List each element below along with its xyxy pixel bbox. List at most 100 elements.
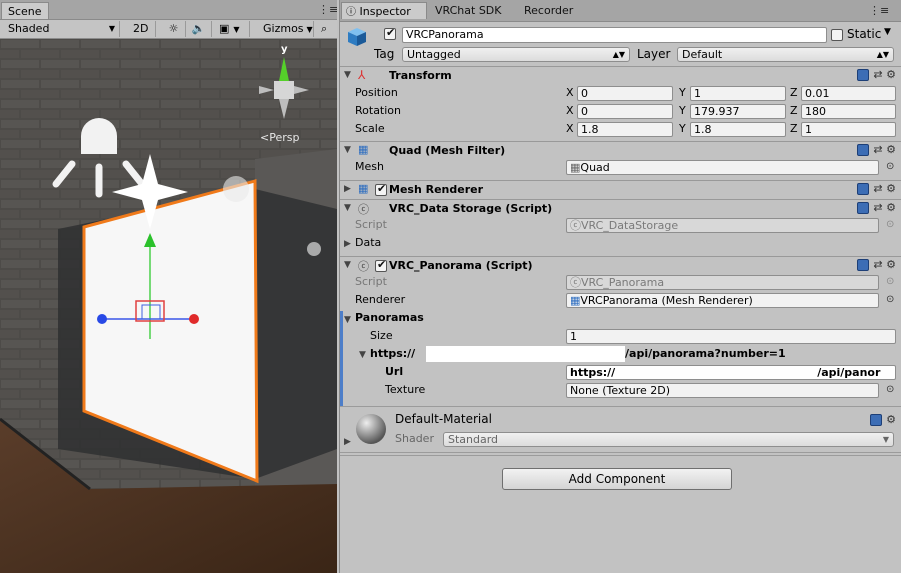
mesh-filter-header[interactable]: ▼ ▦ Quad (Mesh Filter) ⇄ ⚙: [340, 141, 901, 159]
gameobject-cube-icon: [348, 28, 366, 46]
scale-y-label[interactable]: Y: [679, 122, 686, 135]
gear-icon[interactable]: ⚙: [886, 182, 896, 195]
shading-mode-dropdown[interactable]: Shaded ▼: [3, 21, 120, 37]
data-storage-header[interactable]: ▼ ⓒ VRC_Data Storage (Script) ⇄ ⚙: [340, 199, 901, 217]
help-book-icon[interactable]: [857, 144, 870, 156]
audio-toggle-button[interactable]: 🔈: [186, 21, 212, 37]
panoramas-foldout-icon[interactable]: ▼: [344, 315, 351, 325]
preset-icon[interactable]: ⇄: [873, 143, 882, 156]
panorama-header[interactable]: ▼ ⓒ VRC_Panorama (Script) ⇄ ⚙: [340, 256, 901, 274]
panoramas-label[interactable]: Panoramas: [355, 311, 424, 324]
position-x-input[interactable]: 0: [577, 86, 673, 101]
scene-tab-bar: Scene ⋮≡: [0, 0, 337, 20]
panorama-script-field: ⓒVRC_Panorama: [566, 275, 879, 290]
rotation-x-input[interactable]: 0: [577, 104, 673, 119]
preset-icon[interactable]: ⇄: [873, 258, 882, 271]
scale-y-input[interactable]: 1.8: [690, 122, 786, 137]
data-storage-script-field: ⓒVRC_DataStorage: [566, 218, 879, 233]
shader-dropdown[interactable]: Standard ▼: [443, 432, 894, 447]
static-dropdown-icon[interactable]: ▼: [884, 27, 891, 37]
scale-z-label[interactable]: Z: [790, 122, 798, 135]
foldout-expanded-icon[interactable]: ▼: [344, 70, 351, 80]
position-y-label[interactable]: Y: [679, 86, 686, 99]
tab-scene[interactable]: Scene: [1, 2, 49, 19]
chevron-down-icon: ▼: [108, 24, 115, 33]
position-z-input[interactable]: 0.01: [801, 86, 896, 101]
help-book-icon[interactable]: [857, 259, 870, 271]
effects-dropdown[interactable]: ▣ ▼: [214, 21, 250, 37]
tab-recorder[interactable]: Recorder: [518, 2, 579, 19]
element-label-suffix[interactable]: /api/panorama?number=1: [625, 347, 786, 360]
scene-search-button[interactable]: ⌕: [316, 21, 336, 37]
gameobject-name-input[interactable]: VRCPanorama: [402, 27, 827, 43]
gear-icon[interactable]: ⚙: [886, 201, 896, 214]
speaker-icon: 🔈: [191, 22, 206, 35]
texture-object-field[interactable]: None (Texture 2D): [566, 383, 879, 398]
object-picker-icon[interactable]: ⊙: [886, 161, 894, 172]
element-label-prefix[interactable]: https://: [370, 347, 415, 360]
scale-x-label[interactable]: X: [566, 122, 574, 135]
gameobject-active-checkbox[interactable]: [384, 26, 396, 40]
preset-icon[interactable]: ⇄: [873, 201, 882, 214]
url-input[interactable]: https:///api/panor: [566, 365, 896, 380]
rotation-x-label[interactable]: X: [566, 104, 574, 117]
element-foldout-icon[interactable]: ▼: [359, 350, 366, 360]
rotation-z-input[interactable]: 180: [801, 104, 896, 119]
object-picker-icon[interactable]: ⊙: [886, 294, 894, 305]
mesh-renderer-header[interactable]: ▶ ▦ Mesh Renderer ⇄ ⚙: [340, 180, 901, 198]
static-checkbox[interactable]: [831, 29, 843, 41]
projection-mode-label[interactable]: <Persp: [260, 131, 299, 144]
gizmo-axis-y-label: y: [281, 44, 288, 55]
scale-z-input[interactable]: 1: [801, 122, 896, 137]
tag-dropdown[interactable]: Untagged ▲▼: [402, 47, 630, 62]
chevron-down-icon: ▼: [233, 25, 240, 34]
lighting-toggle-button[interactable]: ☼: [162, 21, 186, 37]
data-foldout-icon[interactable]: ▶: [344, 239, 351, 249]
position-x-label[interactable]: X: [566, 86, 574, 99]
gizmos-dropdown[interactable]: Gizmos ▼: [258, 21, 314, 37]
tab-inspector[interactable]: ⓘ Inspector: [341, 2, 427, 19]
foldout-expanded-icon[interactable]: ▼: [344, 260, 351, 270]
help-book-icon[interactable]: [857, 183, 870, 195]
gear-icon[interactable]: ⚙: [886, 258, 896, 271]
mesh-object-field[interactable]: ▦Quad: [566, 160, 879, 175]
object-picker-icon[interactable]: ⊙: [886, 384, 894, 395]
scene-viewport[interactable]: y <Persp: [0, 39, 337, 573]
gear-icon[interactable]: ⚙: [886, 143, 896, 156]
mesh-icon: ▦: [570, 161, 581, 174]
material-name: Default-Material: [395, 412, 492, 426]
transform-header[interactable]: ▼ ⅄ Transform ⇄ ⚙: [340, 66, 901, 84]
layer-dropdown[interactable]: Default ▲▼: [677, 47, 894, 62]
help-book-icon[interactable]: [857, 202, 870, 214]
gear-icon[interactable]: ⚙: [886, 413, 896, 426]
position-z-label[interactable]: Z: [790, 86, 798, 99]
scene-tab-menu-icon[interactable]: ⋮≡: [318, 3, 337, 16]
material-foldout-icon[interactable]: ▶: [344, 437, 351, 447]
scene-toolbar: Shaded ▼ 2D ☼ 🔈 ▣ ▼ Gizmos ▼ ⌕: [0, 20, 337, 39]
panorama-enabled-checkbox[interactable]: [375, 258, 387, 272]
gear-icon[interactable]: ⚙: [886, 68, 896, 81]
data-storage-script-label: Script: [355, 218, 387, 231]
scale-x-input[interactable]: 1.8: [577, 122, 673, 137]
rotation-z-label[interactable]: Z: [790, 104, 798, 117]
position-y-input[interactable]: 1: [690, 86, 786, 101]
foldout-expanded-icon[interactable]: ▼: [344, 203, 351, 213]
rotation-y-label[interactable]: Y: [679, 104, 686, 117]
size-input[interactable]: 1: [566, 329, 896, 344]
foldout-collapsed-icon[interactable]: ▶: [344, 184, 351, 194]
2d-toggle-button[interactable]: 2D: [128, 21, 156, 37]
tab-vrchat-sdk[interactable]: VRChat SDK: [429, 2, 508, 19]
help-book-icon[interactable]: [857, 69, 870, 81]
inspector-tab-menu-icon[interactable]: ⋮≡: [869, 4, 889, 17]
preset-icon[interactable]: ⇄: [873, 68, 882, 81]
foldout-expanded-icon[interactable]: ▼: [344, 145, 351, 155]
preset-icon[interactable]: ⇄: [873, 182, 882, 195]
rotation-y-input[interactable]: 179.937: [690, 104, 786, 119]
data-label[interactable]: Data: [355, 236, 381, 249]
renderer-object-field[interactable]: ▦VRCPanorama (Mesh Renderer): [566, 293, 879, 308]
mesh-label: Mesh: [355, 160, 384, 173]
add-component-button[interactable]: Add Component: [502, 468, 732, 490]
mesh-renderer-enabled-checkbox[interactable]: [375, 182, 387, 196]
material-sphere-icon: [356, 414, 386, 444]
help-book-icon[interactable]: [870, 414, 883, 426]
